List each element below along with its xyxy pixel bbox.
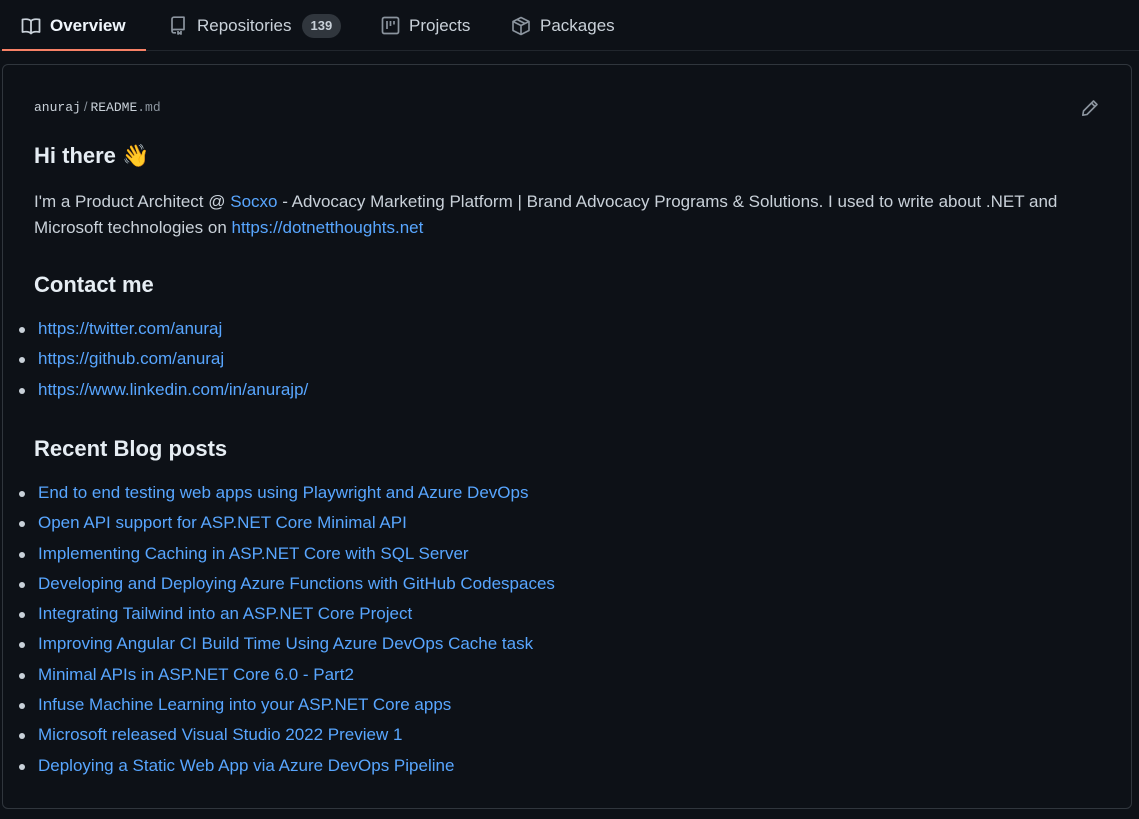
company-link[interactable]: Socxo [230, 192, 277, 211]
readme-file-extension: .md [137, 100, 161, 115]
list-item: Implementing Caching in ASP.NET Core wit… [3, 539, 555, 569]
repository-count-badge: 139 [301, 13, 342, 38]
list-item: https://github.com/anuraj [3, 344, 308, 374]
list-item: https://www.linkedin.com/in/anurajp/ [3, 375, 308, 405]
list-item: Developing and Deploying Azure Functions… [3, 569, 555, 599]
tab-label: Projects [409, 15, 471, 35]
blog-post-link[interactable]: Integrating Tailwind into an ASP.NET Cor… [38, 604, 412, 623]
edit-readme-button[interactable] [1079, 97, 1101, 119]
intro-text: I'm a Product Architect @ [34, 192, 231, 211]
pencil-icon [1081, 99, 1099, 117]
blog-posts-heading: Recent Blog posts [34, 436, 228, 461]
readme-file-name[interactable]: README [90, 100, 137, 115]
blog-post-link[interactable]: Implementing Caching in ASP.NET Core wit… [38, 544, 469, 563]
blog-post-link[interactable]: Improving Angular CI Build Time Using Az… [38, 634, 533, 653]
repo-icon [168, 16, 188, 36]
twitter-link[interactable]: https://twitter.com/anuraj [38, 319, 222, 338]
list-item: End to end testing web apps using Playwr… [3, 478, 555, 508]
package-icon [511, 16, 531, 36]
list-item: Improving Angular CI Build Time Using Az… [3, 629, 555, 659]
tab-repositories[interactable]: Repositories 139 [168, 0, 342, 51]
book-icon [21, 16, 41, 36]
blog-post-link[interactable]: Developing and Deploying Azure Functions… [38, 574, 555, 593]
tab-overview[interactable]: Overview [2, 0, 146, 51]
readme-file-path: anuraj / README.md [34, 99, 161, 115]
tab-label: Overview [50, 15, 126, 35]
profile-tab-nav: Overview Repositories 139 Projects Packa… [0, 0, 1139, 51]
path-separator: / [83, 99, 88, 114]
readme-intro-paragraph: I'm a Product Architect @ Socxo - Advoca… [34, 189, 1104, 241]
tab-packages[interactable]: Packages [511, 0, 615, 51]
blog-posts-list: End to end testing web apps using Playwr… [3, 478, 555, 781]
readme-card: anuraj / README.md Hi there 👋 I'm a Produc… [2, 64, 1132, 809]
github-link[interactable]: https://github.com/anuraj [38, 349, 224, 368]
linkedin-link[interactable]: https://www.linkedin.com/in/anurajp/ [38, 380, 308, 399]
blog-link[interactable]: https://dotnetthoughts.net [232, 218, 424, 237]
blog-post-link[interactable]: Minimal APIs in ASP.NET Core 6.0 - Part2 [38, 665, 354, 684]
list-item: Integrating Tailwind into an ASP.NET Cor… [3, 599, 555, 629]
contact-heading: Contact me [34, 272, 154, 297]
blog-post-link[interactable]: Deploying a Static Web App via Azure Dev… [38, 756, 454, 775]
readme-owner-link[interactable]: anuraj [34, 100, 81, 115]
blog-post-link[interactable]: Microsoft released Visual Studio 2022 Pr… [38, 725, 402, 744]
list-item: Minimal APIs in ASP.NET Core 6.0 - Part2 [3, 660, 555, 690]
blog-post-link[interactable]: End to end testing web apps using Playwr… [38, 483, 528, 502]
tab-label: Repositories [197, 15, 292, 35]
list-item: Open API support for ASP.NET Core Minima… [3, 508, 555, 538]
tab-projects[interactable]: Projects [380, 0, 470, 51]
readme-greeting-heading: Hi there 👋 [34, 143, 150, 168]
list-item: https://twitter.com/anuraj [3, 314, 308, 344]
list-item: Deploying a Static Web App via Azure Dev… [3, 751, 555, 781]
contact-list: https://twitter.com/anuraj https://githu… [3, 314, 308, 405]
list-item: Microsoft released Visual Studio 2022 Pr… [3, 720, 555, 750]
tab-label: Packages [540, 15, 615, 35]
list-item: Infuse Machine Learning into your ASP.NE… [3, 690, 555, 720]
blog-post-link[interactable]: Infuse Machine Learning into your ASP.NE… [38, 695, 451, 714]
project-icon [380, 16, 400, 36]
blog-post-link[interactable]: Open API support for ASP.NET Core Minima… [38, 513, 407, 532]
